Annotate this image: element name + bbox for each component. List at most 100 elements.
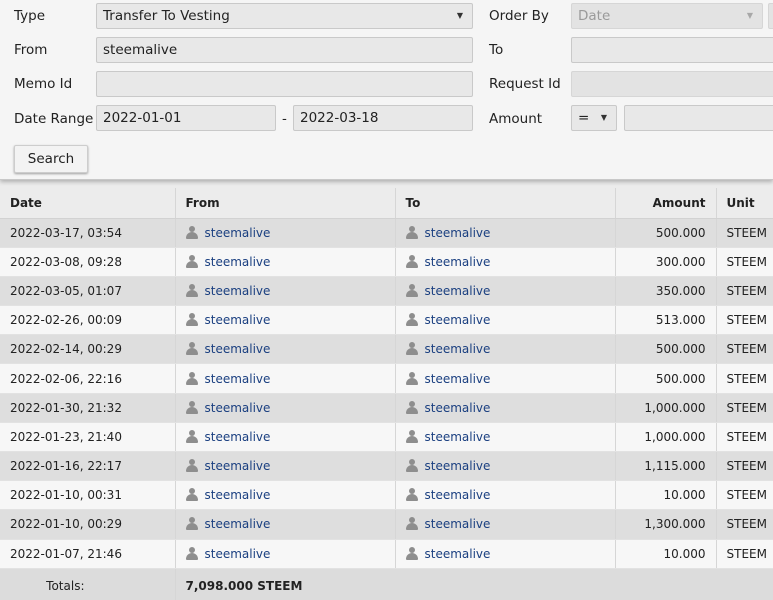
user-icon [405, 313, 418, 327]
amount-operator-select[interactable]: = ▼ [571, 105, 617, 131]
user-icon [405, 400, 418, 414]
account-link[interactable]: steemalive [205, 342, 271, 356]
from-input[interactable]: steemalive [96, 37, 473, 63]
results-table-container: Date From To Amount Unit 2022-03-17, 03:… [0, 188, 773, 600]
cell-to: steemalive [395, 539, 616, 569]
user-icon [185, 313, 198, 327]
order-by-select[interactable]: Date ▼ [571, 3, 763, 29]
account-link[interactable]: steemalive [425, 255, 491, 269]
cell-amount: 1,000.000 [615, 393, 717, 423]
account-link[interactable]: steemalive [205, 401, 271, 415]
account-link[interactable]: steemalive [205, 226, 271, 240]
cell-unit: STEEM [716, 480, 773, 511]
user-icon [185, 546, 198, 560]
table-row: 2022-01-10, 00:29 steemalive steemalive 1,3… [0, 509, 773, 540]
user-icon [405, 225, 418, 239]
table-row: 2022-01-10, 00:31 steemalive steemalive 10.… [0, 480, 773, 511]
type-select-value: Transfer To Vesting [103, 8, 230, 24]
date-range-label: Date Range [14, 111, 94, 127]
account-link[interactable]: steemalive [205, 313, 271, 327]
cell-amount: 350.000 [615, 276, 717, 307]
account-link[interactable]: steemalive [205, 372, 271, 386]
date-end-input[interactable]: 2022-03-18 [293, 105, 473, 131]
cell-from: steemalive [175, 539, 396, 569]
type-label: Type [14, 8, 46, 24]
cell-to: steemalive [395, 422, 616, 453]
cell-from: steemalive [175, 509, 396, 540]
table-header-row: Date From To Amount Unit [0, 188, 773, 219]
cell-date: 2022-01-10, 00:29 [0, 509, 176, 540]
column-header-unit[interactable]: Unit [716, 188, 773, 219]
account-link[interactable]: steemalive [425, 547, 491, 561]
order-direction-select[interactable] [768, 3, 773, 29]
cell-amount: 1,300.000 [615, 509, 717, 540]
cell-amount: 500.000 [615, 363, 717, 394]
account-link[interactable]: steemalive [425, 430, 491, 444]
account-link[interactable]: steemalive [205, 459, 271, 473]
account-link[interactable]: steemalive [205, 284, 271, 298]
account-link[interactable]: steemalive [205, 488, 271, 502]
date-range-separator: - [282, 111, 287, 127]
column-header-to[interactable]: To [395, 188, 616, 219]
account-link[interactable]: steemalive [205, 430, 271, 444]
account-link[interactable]: steemalive [205, 255, 271, 269]
user-icon [405, 546, 418, 560]
column-header-from[interactable]: From [175, 188, 396, 219]
account-link[interactable]: steemalive [425, 401, 491, 415]
request-id-label: Request Id [489, 76, 561, 92]
column-header-amount[interactable]: Amount [615, 188, 717, 219]
account-link[interactable]: steemalive [425, 284, 491, 298]
cell-unit: STEEM [716, 334, 773, 365]
account-link[interactable]: steemalive [425, 517, 491, 531]
table-row: 2022-03-08, 09:28 steemalive steemalive 300… [0, 247, 773, 277]
filter-panel: Type Transfer To Vesting ▼ Order By Date… [0, 0, 773, 180]
cell-unit: STEEM [716, 539, 773, 569]
to-input[interactable] [571, 37, 773, 63]
account-link[interactable]: steemalive [425, 488, 491, 502]
cell-date: 2022-01-07, 21:46 [0, 539, 176, 569]
cell-date: 2022-02-26, 00:09 [0, 305, 176, 336]
account-link[interactable]: steemalive [425, 313, 491, 327]
cell-to: steemalive [395, 305, 616, 336]
column-header-date[interactable]: Date [0, 188, 176, 219]
cell-to: steemalive [395, 363, 616, 394]
user-icon [405, 254, 418, 268]
user-icon [405, 429, 418, 443]
to-label: To [489, 42, 504, 58]
cell-date: 2022-03-05, 01:07 [0, 276, 176, 307]
cell-amount: 1,115.000 [615, 451, 717, 482]
account-link[interactable]: steemalive [425, 342, 491, 356]
cell-unit: STEEM [716, 305, 773, 336]
request-id-input[interactable] [571, 71, 773, 97]
cell-from: steemalive [175, 451, 396, 482]
table-row: 2022-01-07, 21:46 steemalive steemalive 10.… [0, 539, 773, 569]
transfers-table: Date From To Amount Unit 2022-03-17, 03:… [0, 188, 773, 600]
amount-operator-value: = [578, 110, 590, 126]
user-icon [185, 342, 198, 356]
cell-to: steemalive [395, 334, 616, 365]
account-link[interactable]: steemalive [425, 372, 491, 386]
cell-amount: 10.000 [615, 539, 717, 569]
date-start-input[interactable]: 2022-01-01 [96, 105, 276, 131]
cell-unit: STEEM [716, 218, 773, 248]
account-link[interactable]: steemalive [425, 226, 491, 240]
memo-id-input[interactable] [96, 71, 473, 97]
table-row: 2022-02-26, 00:09 steemalive steemalive 513… [0, 305, 773, 336]
account-link[interactable]: steemalive [205, 547, 271, 561]
totals-label: Totals: [0, 568, 176, 600]
type-select[interactable]: Transfer To Vesting ▼ [96, 3, 473, 29]
cell-unit: STEEM [716, 422, 773, 453]
cell-date: 2022-01-30, 21:32 [0, 393, 176, 423]
cell-date: 2022-03-08, 09:28 [0, 247, 176, 277]
user-icon [405, 342, 418, 356]
totals-row: Totals: 7,098.000 STEEM [0, 568, 773, 600]
user-icon [405, 488, 418, 502]
account-link[interactable]: steemalive [205, 517, 271, 531]
search-button[interactable]: Search [14, 145, 88, 173]
cell-to: steemalive [395, 480, 616, 511]
account-link[interactable]: steemalive [425, 459, 491, 473]
cell-to: steemalive [395, 276, 616, 307]
table-row: 2022-02-14, 00:29 steemalive steemalive 500… [0, 334, 773, 365]
table-row: 2022-03-17, 03:54 steemalive steemalive 500… [0, 218, 773, 248]
amount-input[interactable] [624, 105, 773, 131]
